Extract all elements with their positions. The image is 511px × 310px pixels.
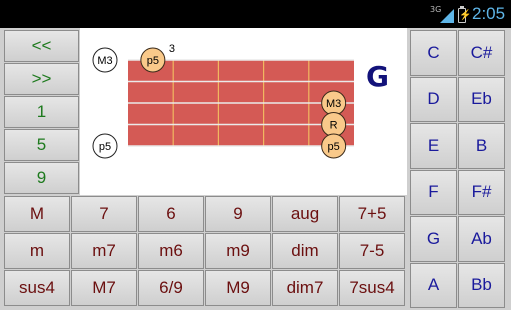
chord-button[interactable]: 7+5 (339, 196, 405, 232)
chord-button[interactable]: m9 (205, 233, 271, 269)
chord-button[interactable]: 7 (71, 196, 137, 232)
chord-button[interactable]: dim7 (272, 270, 338, 306)
chord-button[interactable]: M7 (71, 270, 137, 306)
chord-button[interactable]: 9 (205, 196, 271, 232)
root-note-button[interactable]: F# (458, 169, 505, 215)
root-note-button[interactable]: A (410, 262, 457, 308)
prev-button[interactable]: << (4, 30, 79, 62)
chord-button[interactable]: dim (272, 233, 338, 269)
side-note-label: p5 (99, 141, 111, 153)
root-note-button[interactable]: C# (458, 30, 505, 76)
next-button[interactable]: >> (4, 63, 79, 95)
fretboard-area: M3 p5 p5 M3 Rp5 3 G (80, 28, 407, 195)
root-note-button[interactable]: E (410, 123, 457, 169)
root-note-button[interactable]: Bb (458, 262, 505, 308)
position-button-1[interactable]: 1 (4, 96, 79, 128)
app-panel: << >> 1 5 9 M3 p5 p5 M3 Rp5 3 G M 7 6 9 aug 7+5 m m7… (0, 28, 511, 310)
chord-button[interactable]: sus4 (4, 270, 70, 306)
battery-icon: ⚡ (458, 6, 472, 23)
note-label: M3 (326, 98, 341, 110)
status-bar: 3G ⚡ 2:05 (0, 0, 511, 28)
clock-time: 2:05 (472, 4, 506, 23)
chord-button[interactable]: 7-5 (339, 233, 405, 269)
note-label: p5 (147, 55, 159, 67)
chord-button[interactable]: m7 (71, 233, 137, 269)
root-note-button[interactable]: Eb (458, 76, 505, 122)
root-note-button[interactable]: C (410, 30, 457, 76)
chord-button[interactable]: 7sus4 (339, 270, 405, 306)
root-note-button[interactable]: Ab (458, 216, 505, 262)
chord-button[interactable]: aug (272, 196, 338, 232)
side-note-label: M3 (97, 55, 112, 67)
chord-button[interactable]: M9 (205, 270, 271, 306)
root-note-button[interactable]: B (458, 123, 505, 169)
signal-icon (440, 9, 454, 23)
chord-name-label: G (366, 60, 389, 93)
root-note-button[interactable]: D (410, 76, 457, 122)
chord-button[interactable]: m6 (138, 233, 204, 269)
chord-button[interactable]: 6 (138, 196, 204, 232)
root-note-button[interactable]: G (410, 216, 457, 262)
note-label: p5 (328, 141, 340, 153)
fretboard: M3 p5 p5 M3 Rp5 3 (92, 43, 354, 159)
position-button-9[interactable]: 9 (4, 162, 79, 194)
chord-button[interactable]: 6/9 (138, 270, 204, 306)
position-button-5[interactable]: 5 (4, 129, 79, 161)
note-label: R (330, 120, 338, 132)
chord-button[interactable]: m (4, 233, 70, 269)
root-note-button[interactable]: F (410, 169, 457, 215)
fret-number-label: 3 (169, 43, 175, 55)
chord-button[interactable]: M (4, 196, 70, 232)
